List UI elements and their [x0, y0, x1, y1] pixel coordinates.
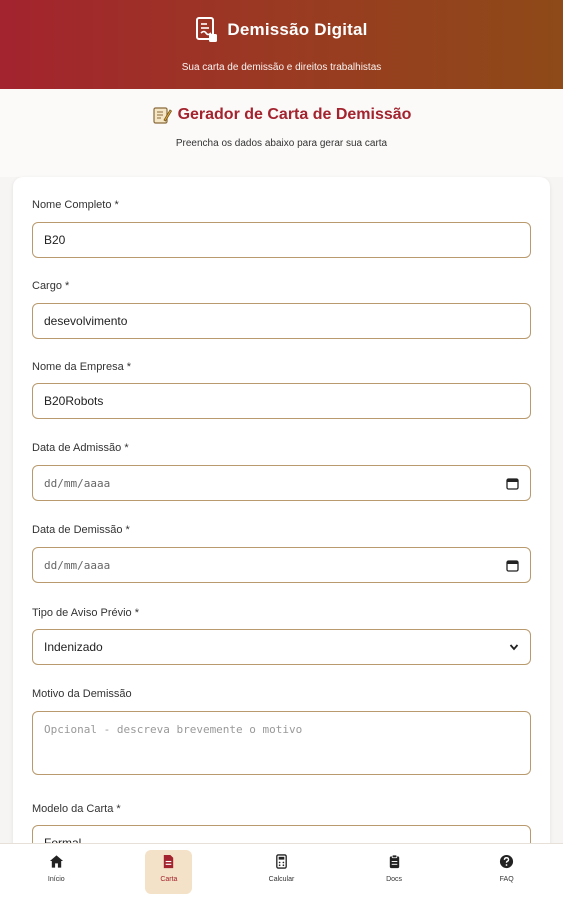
- app-header: Demissão Digital Sua carta de demissão e…: [0, 0, 563, 89]
- admissao-date-input[interactable]: dd/mm/aaaa: [32, 465, 531, 501]
- home-icon: [49, 855, 63, 868]
- aviso-label: Tipo de Aviso Prévio *: [32, 607, 140, 619]
- nav-item-carta[interactable]: Carta: [113, 844, 226, 900]
- memo-icon: [152, 107, 172, 124]
- motivo-placeholder: Opcional - descreva brevemente o motivo: [44, 723, 303, 736]
- demissao-label: Data de Demissão *: [32, 524, 130, 536]
- cargo-input[interactable]: desevolvimento: [32, 303, 531, 339]
- page-hero: Gerador de Carta de Demissão Preencha os…: [0, 89, 563, 177]
- nav-item-faq[interactable]: FAQ: [450, 844, 563, 900]
- document-signature-icon: [196, 17, 218, 42]
- modelo-label: Modelo da Carta *: [32, 803, 121, 815]
- admissao-placeholder: dd/mm/aaaa: [44, 476, 111, 490]
- page-title-row: Gerador de Carta de Demissão: [0, 105, 563, 125]
- question-circle-icon: [500, 854, 514, 869]
- demissao-date-input[interactable]: dd/mm/aaaa: [32, 547, 531, 583]
- motivo-textarea[interactable]: Opcional - descreva brevemente o motivo: [32, 711, 531, 775]
- motivo-label: Motivo da Demissão: [32, 688, 132, 700]
- nav-label-inicio: Início: [47, 876, 65, 883]
- calendar-icon[interactable]: [506, 477, 519, 490]
- nav-item-docs[interactable]: Docs: [338, 844, 451, 900]
- clipboard-icon: [389, 854, 399, 869]
- app-title: Demissão Digital: [227, 20, 368, 39]
- empresa-input[interactable]: B20Robots: [32, 383, 531, 419]
- page-hint: Preencha os dados abaixo para gerar sua …: [175, 138, 388, 149]
- resignation-form: Nome Completo * B20 Cargo * desevolvimen…: [13, 177, 550, 867]
- aviso-selected-value: Indenizado: [44, 640, 103, 654]
- nome-input[interactable]: B20: [32, 222, 531, 258]
- nav-label-carta: Carta: [160, 876, 178, 883]
- bottom-navigation: Início Carta Calcular Docs FAQ: [0, 843, 563, 900]
- admissao-label: Data de Admissão *: [32, 442, 129, 454]
- nav-label-calcular: Calcular: [268, 876, 295, 883]
- nome-label: Nome Completo *: [32, 199, 119, 211]
- aviso-select[interactable]: Indenizado: [32, 629, 531, 665]
- nav-item-calcular[interactable]: Calcular: [225, 844, 338, 900]
- calculator-icon: [276, 854, 287, 869]
- nav-item-inicio[interactable]: Início: [0, 844, 113, 900]
- calendar-icon[interactable]: [506, 559, 519, 572]
- app-subtitle: Sua carta de demissão e direitos trabalh…: [181, 62, 382, 73]
- empresa-label: Nome da Empresa *: [32, 361, 132, 373]
- file-text-icon: [164, 854, 174, 869]
- page-title: Gerador de Carta de Demissão: [177, 106, 412, 123]
- nav-label-docs: Docs: [386, 876, 403, 883]
- nav-label-faq: FAQ: [499, 876, 514, 883]
- brand: Demissão Digital: [0, 16, 563, 44]
- cargo-label: Cargo *: [32, 280, 70, 292]
- demissao-placeholder: dd/mm/aaaa: [44, 558, 111, 572]
- chevron-down-icon: [509, 644, 519, 651]
